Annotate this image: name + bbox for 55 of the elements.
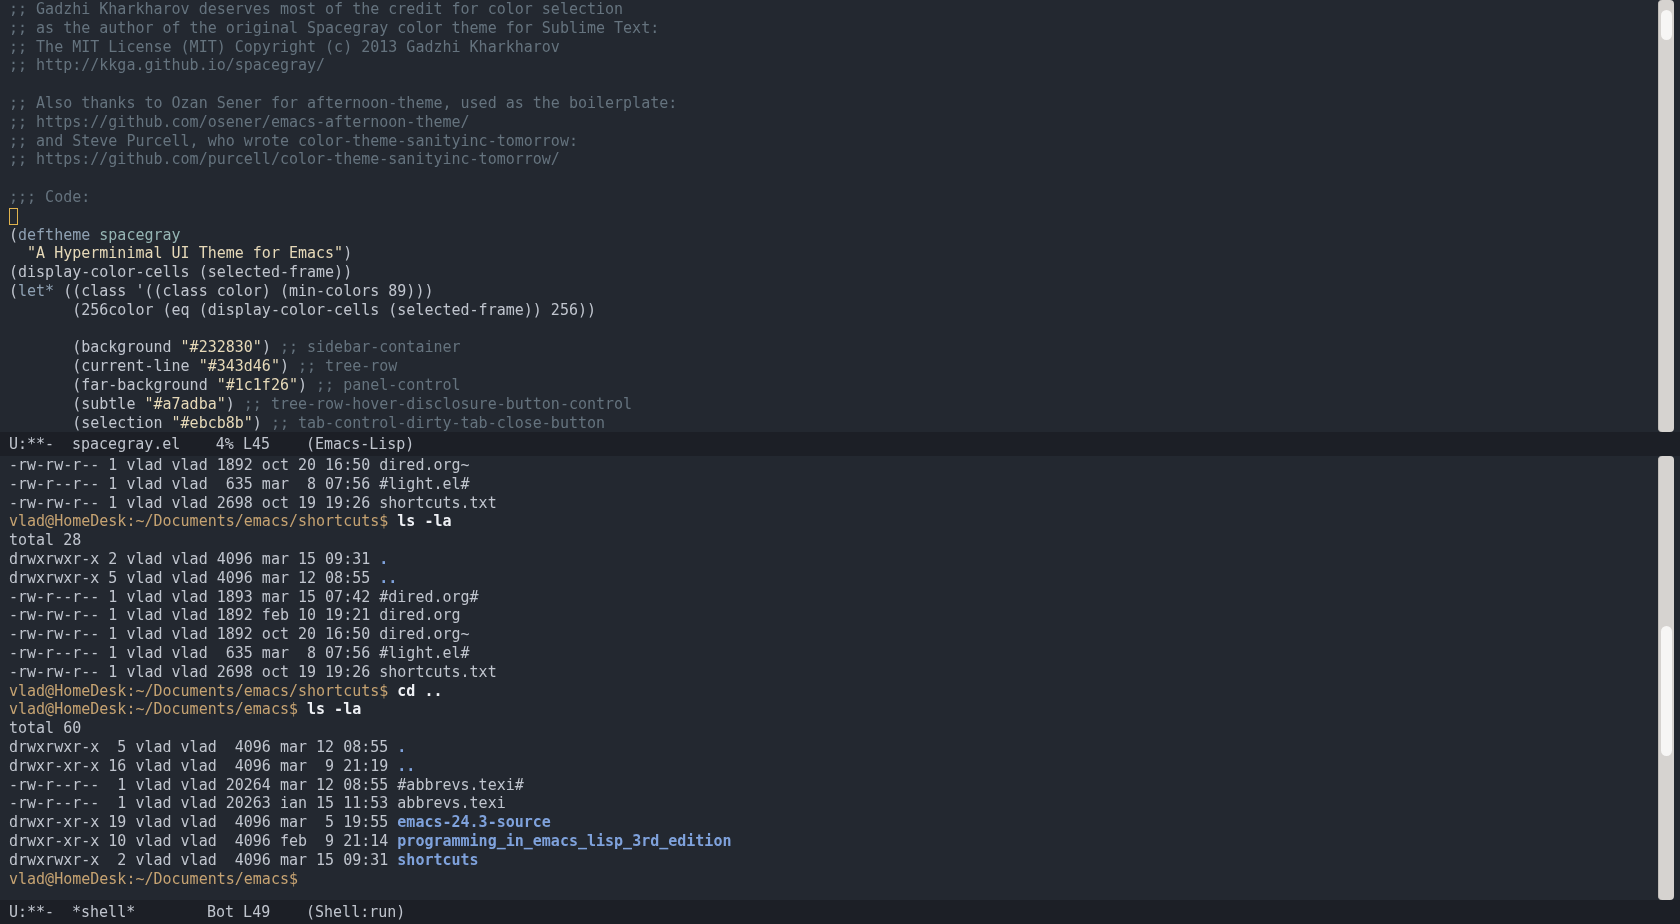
terminal-line: drwxrwxr-x 2 vlad vlad 4096 mar 15 09:31 shortcuts [9, 850, 479, 870]
code-line: ;;; Code: [9, 187, 91, 207]
buffer-position: 4% L45 [214, 433, 270, 455]
code-line: (let* ((class '((class color) (min-colors 89))) [9, 281, 434, 301]
terminal-line: drwxr-xr-x 19 vlad vlad 4096 mar 5 19:55 emacs-24.3-source [9, 813, 551, 832]
terminal-line: vlad@HomeDesk:~/Documents/emacs/shortcuts$ cd .. [9, 681, 443, 701]
code-line: ;; https://github.com/purcell/color-theme-sanityinc-tomorrow/ [9, 150, 560, 170]
code-line: (selection "#ebcb8b") ;; tab-control-dirty-tab-close-button [71, 413, 606, 432]
scrollbar-thumb[interactable] [1661, 10, 1672, 40]
terminal-line: total 60 [9, 719, 82, 738]
terminal-line: -rw-rw-r-- 1 vlad vlad 1892 oct 20 16:50 dired.org~ [9, 625, 470, 644]
terminal-line: -rw-r--r-- 1 vlad vlad 20263 ian 15 11:53 abbrevs.texi [9, 794, 506, 814]
terminal-line: -rw-r--r-- 1 vlad vlad 635 mar 8 07:56 #light.el# [9, 474, 470, 494]
code-line: (background "#232830") ;; sidebar-container [71, 338, 461, 358]
terminal-line: vlad@HomeDesk:~/Documents/emacs/shortcuts$ ls -la [9, 512, 452, 532]
scrollbar[interactable] [1658, 456, 1674, 900]
code-line: ;; and Steve Purcell, who wrote color-theme-sanityinc-tomorrow: [9, 131, 578, 151]
code-line: (subtle "#a7adba") ;; tree-row-hover-disclosure-button-control [71, 394, 633, 414]
buffer-status: U:**- [9, 433, 56, 455]
buffer-name: spacegray.el [72, 433, 182, 455]
code-line: (current-line "#343d46") ;; tree-row [71, 357, 398, 376]
terminal-line: vlad@HomeDesk:~/Documents/emacs$ ls -la [9, 700, 362, 720]
terminal-line: drwxrwxr-x 2 vlad vlad 4096 mar 15 09:31 . [9, 550, 389, 569]
scrollbar-thumb[interactable] [1661, 626, 1672, 756]
terminal-line: -rw-r--r-- 1 vlad vlad 635 mar 8 07:56 #light.el# [9, 643, 470, 663]
code-line: ;; as the author of the original Spacegray color theme for Sublime Text: [9, 18, 660, 38]
terminal-line: drwxr-xr-x 16 vlad vlad 4096 mar 9 21:19 .. [9, 756, 416, 776]
code-line: ;; The MIT License (MIT) Copyright (c) 2013 Gadzhi Kharkharov [9, 37, 560, 57]
terminal-line: -rw-rw-r-- 1 vlad vlad 1892 feb 10 19:21 dired.org [9, 606, 461, 626]
major-mode: (Shell:run) [306, 901, 406, 923]
terminal-line: -rw-r--r-- 1 vlad vlad 20264 mar 12 08:55 #abbrevs.texi# [9, 775, 524, 795]
code-line: ;; https://github.com/osener/emacs-afternoon-theme/ [9, 112, 470, 132]
buffer-name: *shell* [72, 901, 137, 923]
terminal-line: vlad@HomeDesk:~/Documents/emacs$ [9, 869, 298, 889]
terminal-line: -rw-rw-r-- 1 vlad vlad 2698 oct 19 19:26 shortcuts.txt [9, 662, 497, 682]
code-line: ;; Also thanks to Ozan Sener for afternoon-theme, used as the boilerplate: [9, 94, 678, 113]
code-line: (deftheme spacegray [9, 225, 181, 245]
text-cursor [9, 207, 18, 225]
code-line: ;; http://kkga.github.io/spacegray/ [9, 56, 326, 76]
scrollbar[interactable] [1658, 0, 1674, 432]
major-mode: (Emacs-Lisp) [306, 433, 415, 455]
terminal-line: total 28 [9, 531, 82, 550]
terminal-line: -rw-rw-r-- 1 vlad vlad 2698 oct 19 19:26 shortcuts.txt [9, 493, 497, 513]
terminal-line: drwxrwxr-x 5 vlad vlad 4096 mar 12 08:55 .. [9, 568, 398, 588]
code-line: (far-background "#1c1f26") ;; panel-control [71, 375, 461, 395]
terminal-line: -rw-rw-r-- 1 vlad vlad 1892 oct 20 16:50 dired.org~ [9, 456, 470, 475]
code-line: "A Hyperminimal UI Theme for Emacs") [26, 244, 353, 264]
terminal-line: drwxr-xr-x 10 vlad vlad 4096 feb 9 21:14 programming_in_emacs_lisp_3rd_edition [9, 831, 732, 851]
code-line: (256color (eq (display-color-cells (selected-frame)) 256)) [71, 300, 596, 320]
buffer-status: U:**- [9, 901, 56, 923]
code-line: (display-color-cells (selected-frame)) [9, 263, 353, 282]
terminal-line: -rw-r--r-- 1 vlad vlad 1893 mar 15 07:42 #dired.org# [9, 587, 479, 607]
code-line: ;; Gadzhi Kharkharov deserves most of the credit for color selection [9, 0, 624, 19]
buffer-position: Bot L49 [207, 901, 270, 923]
terminal-line: drwxrwxr-x 5 vlad vlad 4096 mar 12 08:55 . [9, 737, 407, 757]
